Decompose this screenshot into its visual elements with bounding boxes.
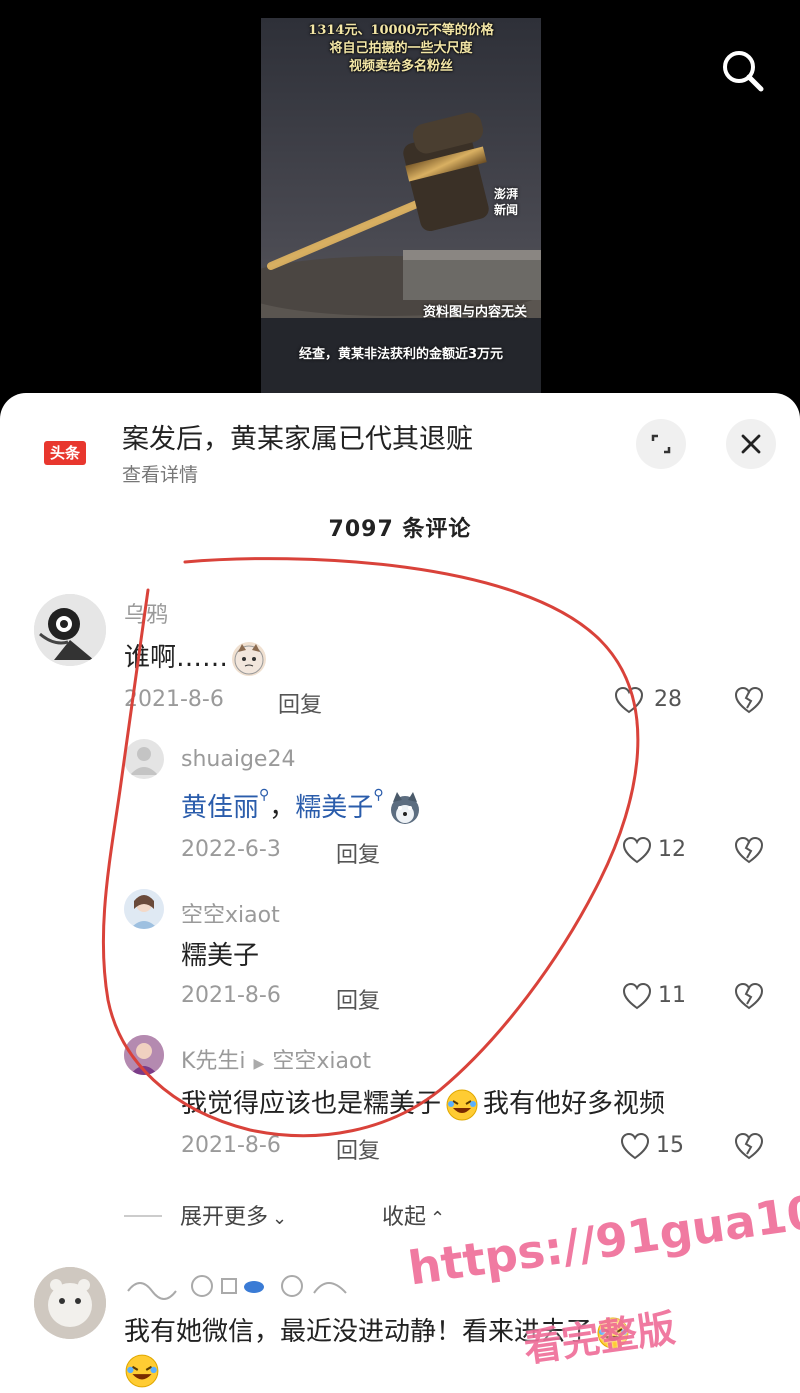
like-icon[interactable]: [620, 1132, 650, 1160]
reply-button[interactable]: 回复: [336, 837, 380, 869]
chevron-down-icon: ⌄: [272, 1208, 288, 1229]
laughing-emoji-icon: [124, 1353, 160, 1389]
comment-username[interactable]: 乌鸦: [124, 597, 168, 629]
reply-arrow-icon: ▶: [253, 1056, 265, 1072]
mention-link[interactable]: 黄佳丽: [181, 793, 259, 823]
video-caption-top: 1314元、10000元不等的价格 将自己拍摄的一些大尺度 视频卖给多名粉丝: [261, 22, 541, 76]
crow-avatar-icon: [34, 594, 106, 666]
caption-line: 视频卖给多名粉丝: [348, 59, 453, 74]
close-icon: [741, 434, 761, 454]
reply-text-part: 我有他好多视频: [483, 1089, 666, 1119]
search-small-icon: ⚲: [259, 787, 270, 803]
reply-username[interactable]: 空空xiaot: [181, 897, 280, 929]
collapse-label: 收起: [382, 1205, 427, 1230]
comment-text: 我有她微信，最近没进动静！看来进去了: [124, 1311, 630, 1350]
comment-count: 7097 条评论: [0, 511, 800, 543]
expand-more-button[interactable]: 展开更多 ⌄: [180, 1199, 287, 1231]
close-button[interactable]: [726, 419, 776, 469]
reply-text: 我觉得应该也是糯美子 我有他好多视频: [181, 1083, 665, 1122]
reply-date: 2022-6-3: [181, 837, 281, 862]
avatar[interactable]: [124, 889, 164, 929]
caption-line: 1314元、10000元不等的价格: [308, 23, 494, 38]
watermark-line: 澎湃: [494, 187, 519, 201]
expand-more-label: 展开更多: [180, 1205, 269, 1230]
reply-username-text[interactable]: K先生i: [181, 1049, 246, 1074]
dislike-icon[interactable]: [734, 1132, 764, 1160]
like-count: 12: [658, 837, 686, 862]
laughing-emoji-icon: [445, 1088, 479, 1122]
like-icon[interactable]: [614, 686, 644, 714]
reply-button[interactable]: 回复: [278, 687, 322, 719]
dislike-icon[interactable]: [734, 686, 764, 714]
view-details-link[interactable]: 查看详情: [122, 460, 198, 487]
decorative-username-image[interactable]: [124, 1271, 364, 1301]
comment-sheet: 头条 案发后，黄某家属已代其退赃 查看详情 7097 条评论 乌鸦 谁啊…… 2…: [0, 393, 800, 1393]
expand-icon: [651, 434, 671, 454]
husky-emoji-icon: [388, 791, 422, 826]
video-thumbnail[interactable]: 1314元、10000元不等的价格 将自己拍摄的一些大尺度 视频卖给多名粉丝 澎…: [261, 18, 541, 395]
cat-emoji-icon: [232, 641, 267, 676]
comment-text: 谁啊……: [124, 637, 267, 676]
search-icon[interactable]: [716, 44, 768, 96]
separator: ，: [269, 793, 296, 823]
thread-divider: [124, 1215, 162, 1217]
video-area[interactable]: 1314元、10000元不等的价格 将自己拍摄的一些大尺度 视频卖给多名粉丝 澎…: [0, 0, 800, 395]
dislike-icon[interactable]: [734, 982, 764, 1010]
comment-text-content: 谁啊……: [124, 643, 229, 673]
reply-date: 2021-8-6: [181, 983, 281, 1008]
like-icon[interactable]: [622, 836, 652, 864]
reply-text: 黄佳丽⚲，糯美子⚲: [181, 787, 422, 826]
default-avatar-icon[interactable]: [124, 739, 164, 779]
like-icon[interactable]: [622, 982, 652, 1010]
reply-username[interactable]: shuaige24: [181, 747, 295, 772]
watermark-line: 新闻: [494, 203, 519, 217]
image-note: 资料图与内容无关: [422, 305, 527, 320]
avatar[interactable]: [124, 1035, 164, 1075]
like-count: 28: [654, 687, 682, 712]
reply-date: 2021-8-6: [181, 1133, 281, 1158]
video-caption-bottom: 经查，黄某非法获利的金额近3万元: [298, 347, 504, 362]
caption-line: 将自己拍摄的一些大尺度: [329, 41, 473, 56]
comment-text-content: 我有她微信，最近没进动静！看来进去了: [124, 1317, 593, 1347]
comment-count-text: 7097 条评论: [328, 517, 472, 542]
article-title[interactable]: 案发后，黄某家属已代其退赃: [122, 417, 473, 456]
laughing-emoji-icon: [596, 1316, 630, 1350]
thepaper-watermark: 澎湃 新闻: [494, 186, 518, 218]
reply-username: K先生i ▶ 空空xiaot: [181, 1043, 371, 1075]
toutiao-logo: 头条: [44, 441, 86, 465]
like-count: 15: [656, 1133, 684, 1158]
dislike-icon[interactable]: [734, 836, 764, 864]
search-small-icon: ⚲: [373, 787, 384, 803]
reply-text: 糯美子: [181, 941, 260, 971]
fullscreen-button[interactable]: [636, 419, 686, 469]
chevron-up-icon: ⌃: [430, 1208, 446, 1229]
avatar[interactable]: [34, 594, 106, 666]
comment-date: 2021-8-6: [124, 687, 224, 712]
mention-link[interactable]: 糯美子: [295, 793, 373, 823]
reply-button[interactable]: 回复: [336, 1133, 380, 1165]
avatar[interactable]: [34, 1267, 106, 1339]
collapse-button[interactable]: 收起 ⌃: [382, 1199, 445, 1231]
reply-text-part: 我觉得应该也是糯美子: [181, 1089, 442, 1119]
reply-target-username[interactable]: 空空xiaot: [272, 1049, 371, 1074]
like-count: 11: [658, 983, 686, 1008]
reply-button[interactable]: 回复: [336, 983, 380, 1015]
